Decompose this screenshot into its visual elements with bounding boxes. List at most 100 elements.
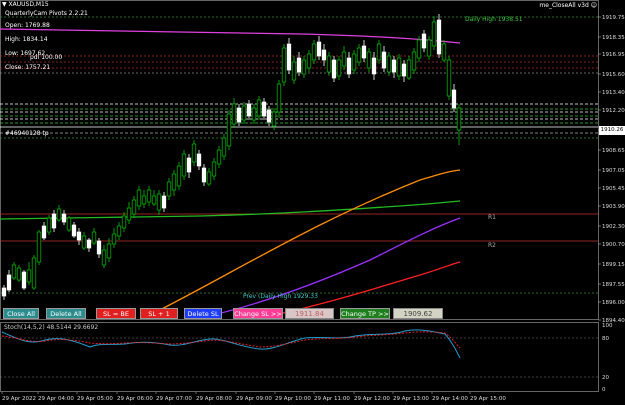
price-axis-label: 1899.15 [602,262,625,268]
candle-body [71,224,77,237]
candle-body [386,55,392,73]
candle-body [416,39,422,59]
candle-body [86,239,92,249]
time-axis-label: 29 Apr 06:00 [117,396,153,402]
ma-magenta-line [0,28,461,44]
sl-plus-one-button[interactable]: SL + 1 [140,308,178,319]
candle-body [166,181,172,197]
change-sl-button[interactable]: Change SL >> [233,308,283,319]
stoch-axis-label: 0 [602,387,606,393]
candle-body [291,61,297,81]
candle-body [201,167,207,183]
sl-be-button[interactable]: SL = BE [96,308,136,319]
candle-body [96,240,102,255]
close-all-button[interactable]: Close All [3,308,39,319]
candle-body [321,49,327,61]
tp-value-field[interactable]: 1909.62 [393,308,443,319]
price-axis-label: 1897.55 [602,282,625,288]
candle-body [56,208,62,221]
candle-body [101,249,107,266]
candle-body [171,173,177,191]
candle-body [431,21,437,47]
r2-label: R2 [488,242,496,249]
candle-body [131,199,137,215]
price-axis-label: 1900.70 [602,242,625,248]
candle-body [136,189,142,207]
change-tp-button[interactable]: Change TP >> [340,308,390,319]
time-axis-label: 29 Apr 13:00 [393,396,429,402]
candle-body [216,149,222,165]
time-axis-label: 29 Apr 08:00 [196,396,232,402]
price-axis: 1919.75 1918.35 1916.95 1915.60 1913.40 1912.… [598,15,625,324]
candle-body [271,111,277,127]
candle-body [391,59,397,73]
time-axis-label: 29 Apr 2022 [2,396,36,402]
price-axis-label: 1907.05 [602,168,625,174]
candle-body [426,39,432,57]
candle-body [181,153,187,177]
candle-body [211,161,217,177]
price-axis-label: 1903.90 [602,204,625,210]
price-axis-label: 1908.65 [602,148,625,154]
symbol-title: ▼ XAUUSD,M15 [2,1,49,8]
candle-body [316,41,322,57]
price-axis-label: 1896.00 [602,300,625,306]
candle-body [176,165,182,187]
candle-body [46,217,52,233]
indicator-name: me_CloseAll v3d ☺ [539,2,597,9]
candle-body [156,193,162,211]
sl-value-field[interactable]: 1911.84 [285,308,334,319]
candle-body [251,107,257,121]
candle-body [286,43,292,71]
candle-body [206,171,212,185]
candles-group [1,14,462,300]
prev-daily-high-label: Prev (Daily High 1929.33 [243,293,318,300]
high-value: High: 1834.14 [5,36,48,43]
candle-body [381,51,387,69]
symbol-title-text: XAUUSD,M15 [8,1,49,8]
current-price-tag: 1910.26 [599,126,625,135]
candle-body [406,59,412,79]
candle-body [21,271,27,289]
stoch-axis-label: 100 [602,323,613,329]
indicator-name-text: me_CloseAll v3d [539,2,589,9]
candle-body [401,63,407,77]
candle-body [311,43,317,61]
candle-body [161,195,167,209]
time-axis-label: 29 Apr 05:00 [77,396,113,402]
candle-body [261,101,267,117]
ea-label: QuarterlyCam Pivots 2.2.21 [5,10,88,17]
candle-body [441,43,447,61]
candle-body [116,225,122,237]
stoch-axis: 100 80 20 0 [602,323,613,393]
candle-body [51,213,57,229]
daily-high-label: Daily High 1938.51 [465,16,523,23]
extra-value: pdl 100.00 [30,54,63,61]
candle-body [366,51,372,69]
time-axis-label: 29 Apr 11:00 [314,396,350,402]
dropdown-triangle-icon: ▼ [2,1,7,8]
candle-body [396,57,402,77]
delete-sl-button[interactable]: Delete SL [184,308,222,319]
stoch-signal-line [1,331,461,349]
main-panel-border [0,0,599,320]
price-axis-label: 1918.35 [602,35,625,41]
candle-body [231,103,237,125]
candle-body [341,51,347,67]
delete-all-button[interactable]: Delete All [46,308,86,319]
candle-body [41,225,47,239]
candle-body [421,33,427,49]
candle-body [336,59,342,77]
open-value: Open: 1769.88 [5,22,50,29]
candle-body [256,99,262,117]
candle-body [31,257,37,289]
candle-body [221,137,227,157]
price-chart[interactable]: 1919.75 1918.35 1916.95 1915.60 1913.40 1912.… [0,0,625,405]
candle-body [61,213,67,223]
candle-body [11,264,17,279]
price-axis-label: 1905.45 [602,186,625,192]
candle-body [326,55,332,73]
candle-body [191,143,197,163]
candle-body [126,207,132,221]
time-axis-label: 29 Apr 10:00 [275,396,311,402]
